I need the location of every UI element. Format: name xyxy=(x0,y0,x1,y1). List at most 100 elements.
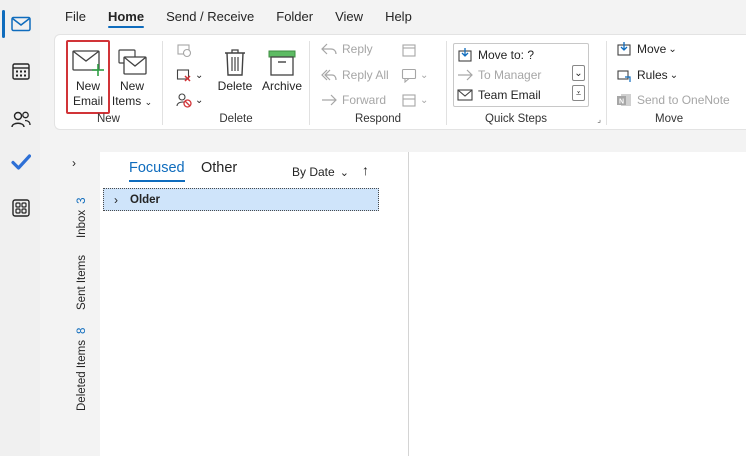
folder-pane-collapsed: › Inbox 3 Sent Items Deleted Items 8 xyxy=(54,152,100,456)
new-email-button[interactable]: New Email xyxy=(67,39,109,111)
tab-help[interactable]: Help xyxy=(374,0,423,34)
group-delete-label: Delete xyxy=(219,113,253,125)
tab-focused[interactable]: Focused xyxy=(129,160,185,182)
archive-icon xyxy=(267,39,297,77)
people-icon[interactable] xyxy=(6,104,36,134)
apps-icon[interactable] xyxy=(6,193,36,223)
group-respond: Reply Reply All Forward ⌄ ⌄ Respond xyxy=(310,35,446,129)
chevron-down-icon: ⌄ xyxy=(339,166,349,179)
expand-gallery-icon: ⩡ xyxy=(575,87,582,98)
move-label: Move xyxy=(637,42,667,56)
im-reply-button[interactable]: ⌄ xyxy=(400,64,428,86)
forward-icon xyxy=(320,91,338,109)
clean-up-icon xyxy=(175,66,193,84)
tab-folder[interactable]: Folder xyxy=(265,0,324,34)
quick-step-team-email[interactable]: Team Email xyxy=(456,84,541,106)
reading-pane xyxy=(409,152,746,456)
folder-deleted-items-label: Deleted Items xyxy=(76,340,88,411)
chevron-down-icon: ⌄ xyxy=(144,97,153,107)
new-items-label-2: Items ⌄ xyxy=(112,94,152,110)
new-items-button[interactable]: New Items ⌄ xyxy=(111,39,153,111)
dialog-launcher-icon[interactable]: ⌟ xyxy=(597,115,601,124)
reply-label: Reply xyxy=(342,42,373,56)
rules-icon xyxy=(615,66,633,84)
reply-all-icon xyxy=(320,66,338,84)
svg-text:N: N xyxy=(619,99,624,106)
message-list: Focused Other By Date ⌄ ↑ › Older xyxy=(100,152,408,456)
trash-icon xyxy=(223,39,247,77)
ribbon-separator xyxy=(606,41,607,125)
quick-steps-scroll-down[interactable]: ⌄ xyxy=(572,65,585,81)
mail-icon xyxy=(456,86,474,104)
calendar-icon[interactable] xyxy=(6,56,36,86)
group-move: Move ⌄ Rules ⌄ N Send to OneNote Move xyxy=(613,35,746,129)
quick-step-to-manager[interactable]: To Manager xyxy=(456,64,541,86)
group-new-label: New xyxy=(96,113,120,125)
move-button[interactable]: Move ⌄ xyxy=(615,38,677,60)
group-header-older-label: Older xyxy=(130,193,161,206)
folder-inbox-count: 3 xyxy=(76,197,88,204)
delete-button[interactable]: Delete xyxy=(213,39,257,111)
folder-deleted-items[interactable]: Deleted Items 8 xyxy=(76,328,88,411)
expand-folder-pane-icon[interactable]: › xyxy=(72,156,76,170)
tab-file[interactable]: File xyxy=(54,0,97,34)
group-new: New Email New Items ⌄ New xyxy=(55,35,162,129)
folder-inbox[interactable]: Inbox 3 xyxy=(76,197,88,238)
ignore-icon xyxy=(175,41,193,59)
new-email-label-1: New xyxy=(75,79,100,93)
folder-inbox-label: Inbox xyxy=(76,209,88,238)
chevron-down-icon: ⌄ xyxy=(668,43,677,55)
reply-icon xyxy=(320,40,338,58)
chevron-down-icon: ⌄ xyxy=(420,94,429,106)
junk-button[interactable]: ⌄ xyxy=(175,89,203,111)
mail-icon[interactable] xyxy=(6,9,36,39)
new-email-icon xyxy=(71,39,105,77)
new-items-label-1: New xyxy=(119,79,144,93)
sort-by-date-label: By Date xyxy=(292,165,335,179)
chevron-down-icon: ⌄ xyxy=(574,67,583,79)
rules-button[interactable]: Rules ⌄ xyxy=(615,64,678,86)
clean-up-button[interactable]: ⌄ xyxy=(175,64,203,86)
chevron-down-icon: ⌄ xyxy=(195,69,204,81)
more-respond-button[interactable]: ⌄ xyxy=(400,89,428,111)
meeting-reply-button[interactable] xyxy=(400,39,422,61)
tab-view[interactable]: View xyxy=(324,0,374,34)
todo-icon[interactable] xyxy=(6,147,36,177)
forward-button[interactable]: Forward xyxy=(320,89,386,111)
quick-step-move-to[interactable]: Move to: ? xyxy=(456,44,534,66)
app-rail xyxy=(0,0,40,456)
folder-sent-items[interactable]: Sent Items xyxy=(76,255,88,310)
tab-other[interactable]: Other xyxy=(201,160,237,176)
folder-sent-items-label: Sent Items xyxy=(76,255,88,310)
ribbon-separator xyxy=(446,41,447,125)
more-respond-icon xyxy=(400,91,418,109)
group-move-label: Move xyxy=(655,113,684,125)
group-header-older[interactable]: › Older xyxy=(103,188,379,211)
sort-direction-arrow-icon[interactable]: ↑ xyxy=(362,162,369,178)
chevron-down-icon: ⌄ xyxy=(420,69,429,81)
sort-by-date-button[interactable]: By Date ⌄ xyxy=(292,165,349,179)
move-to-icon xyxy=(456,46,474,64)
tab-home[interactable]: Home xyxy=(97,0,155,34)
rail-selection-indicator xyxy=(2,10,5,38)
tab-send-receive[interactable]: Send / Receive xyxy=(155,0,265,34)
meeting-icon xyxy=(400,41,418,59)
archive-button[interactable]: Archive xyxy=(259,39,305,111)
quick-steps-expand[interactable]: ⩡ xyxy=(572,85,585,101)
group-delete: ⌄ ⌄ Delete Archive Delete xyxy=(163,35,309,129)
chevron-down-icon: ⌄ xyxy=(195,94,204,106)
outlook-window: File Home Send / Receive Folder View Hel… xyxy=(0,0,746,456)
arrow-right-icon xyxy=(456,66,474,84)
reply-all-label: Reply All xyxy=(342,68,389,82)
im-icon xyxy=(400,66,418,84)
reply-button[interactable]: Reply xyxy=(320,38,373,60)
quick-step-move-to-label: Move to: ? xyxy=(478,48,535,62)
ignore-button[interactable] xyxy=(175,39,197,61)
folder-deleted-items-count: 8 xyxy=(76,327,88,335)
rules-label: Rules xyxy=(637,68,668,82)
new-items-icon xyxy=(116,39,148,77)
quick-steps-gallery: Move to: ? To Manager Team Email ⌄ ⩡ xyxy=(453,43,589,107)
ribbon-tabs: File Home Send / Receive Folder View Hel… xyxy=(54,0,423,34)
reply-all-button[interactable]: Reply All xyxy=(320,64,389,86)
send-to-onenote-button[interactable]: N Send to OneNote xyxy=(615,89,730,111)
